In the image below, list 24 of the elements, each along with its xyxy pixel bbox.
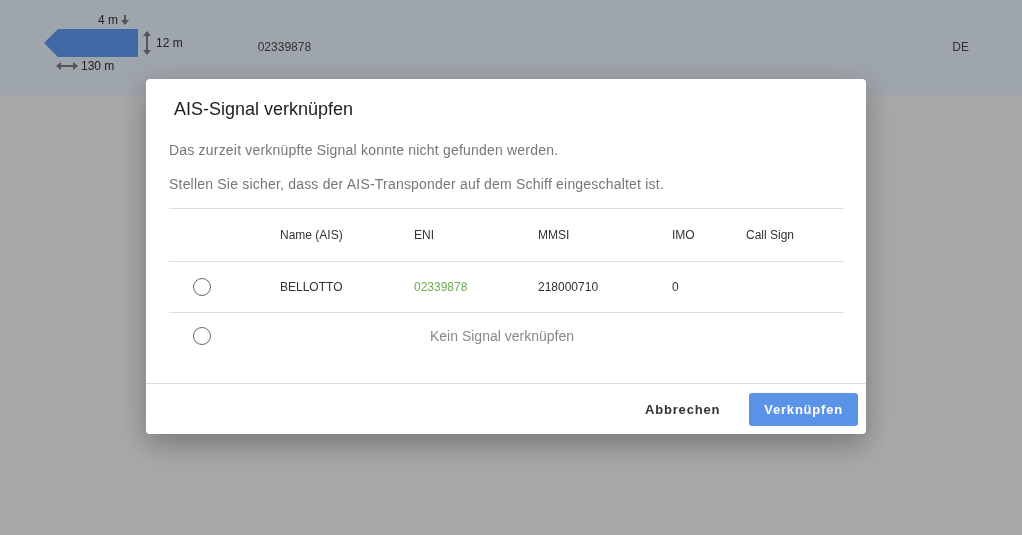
column-header: Call Sign: [746, 228, 796, 242]
table-cell-text: 218000710: [538, 280, 600, 294]
eni-link[interactable]: 02339878: [414, 280, 538, 294]
cancel-button[interactable]: Abbrechen: [630, 392, 736, 426]
column-header: IMO: [672, 228, 696, 242]
table-cell-text: 0: [672, 280, 680, 294]
beam-label: 12 m: [156, 36, 183, 50]
table-cell-text: BELLOTTO: [280, 280, 344, 294]
draught-label: 4 m: [98, 13, 118, 27]
column-header: MMSI: [538, 228, 571, 242]
flag-text: DE: [952, 40, 969, 54]
eni-text: 02339878: [257, 40, 312, 54]
confirm-button[interactable]: Verknüpfen: [749, 392, 858, 426]
dialog-title: AIS-Signal verknüpfen: [174, 99, 355, 120]
column-header: ENI: [414, 228, 435, 242]
down-arrow-icon: [120, 15, 130, 25]
column-header: Name (AIS): [280, 228, 344, 242]
horizontal-arrow-icon: [56, 61, 78, 71]
option-label: Kein Signal verknüpfen: [430, 327, 574, 344]
message-text: Stellen Sie sicher, dass der AIS-Transponder auf dem Schiff eingeschaltet ist.: [169, 176, 665, 192]
vertical-arrow-icon: [142, 31, 152, 55]
message-text: Das zurzeit verknüpfte Signal konnte nicht gefunden werden.: [169, 142, 560, 158]
length-label: 130 m: [81, 59, 115, 73]
ship-icon: [44, 29, 138, 57]
